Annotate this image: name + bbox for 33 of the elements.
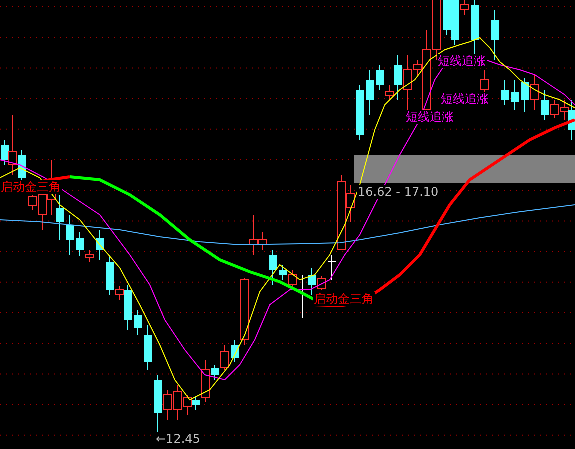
candlestick <box>269 250 277 286</box>
candlestick <box>541 90 549 120</box>
candlestick <box>96 230 104 260</box>
candlestick <box>376 64 384 90</box>
signal-label: 短线追涨 <box>440 92 490 106</box>
candlestick <box>328 254 336 280</box>
candlestick <box>530 74 540 110</box>
candlestick <box>366 70 374 116</box>
candlestick <box>134 310 142 336</box>
candlestick <box>240 278 250 346</box>
candlestick <box>501 80 509 106</box>
candlestick <box>220 344 230 370</box>
signal-label: 启动金三角 <box>313 292 375 306</box>
price-label: ←12.45 <box>155 432 202 446</box>
candlestick <box>511 80 519 110</box>
candlestick <box>491 10 499 60</box>
candlestick <box>231 340 239 362</box>
candlestick <box>66 214 74 256</box>
candlestick <box>106 254 114 296</box>
signal-label: 启动金三角 <box>0 180 62 194</box>
candlestick <box>318 276 326 290</box>
candlestick <box>550 100 560 118</box>
candlestick <box>279 264 287 280</box>
candlestick <box>471 0 479 56</box>
candlestick <box>76 232 84 256</box>
signal-label: 短线追涨 <box>437 54 487 68</box>
candlestick <box>521 78 529 112</box>
signal-label: 短线追涨 <box>405 110 455 124</box>
candlestick <box>144 324 152 370</box>
candlestick <box>86 250 94 262</box>
price-label: 16.62 - 17.10 <box>357 185 440 199</box>
candlestick <box>356 84 364 140</box>
candlestick <box>164 390 172 420</box>
